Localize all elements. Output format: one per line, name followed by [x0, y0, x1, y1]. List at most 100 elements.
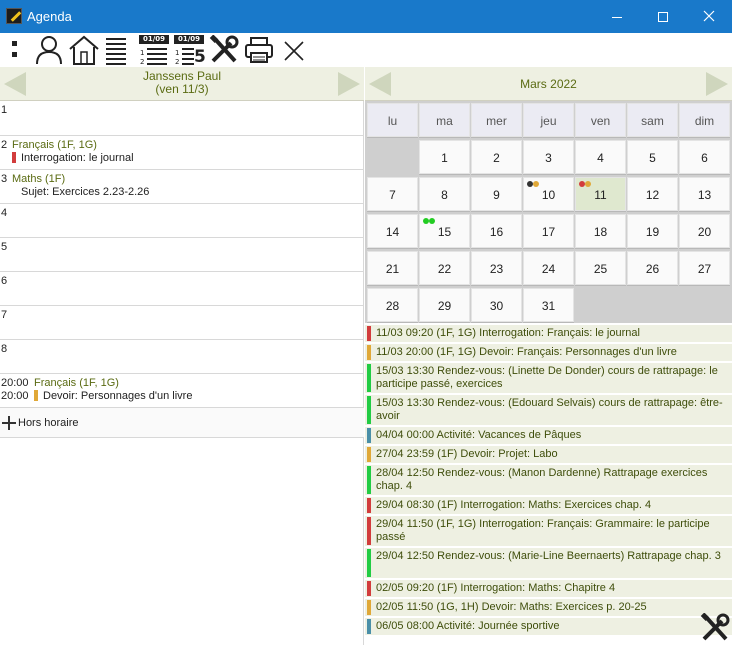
five-label: 5 — [194, 47, 206, 67]
event-list-item[interactable]: 29/04 08:30 (1F) Interrogation: Maths: E… — [365, 497, 732, 515]
day-navigation: Janssens Paul (ven 11/3) — [0, 67, 364, 101]
calendar-day[interactable]: 3 — [523, 140, 574, 174]
calendar-day[interactable]: 23 — [471, 251, 522, 285]
calendar-day[interactable]: 16 — [471, 214, 522, 248]
calendar-grid: lu ma mer jeu ven sam dim 1 2 3 4 5 6 7 8 9 10 11 12 13 14 15… — [365, 101, 732, 323]
print-button[interactable] — [244, 35, 274, 65]
hors-horaire-label: Hors horaire — [18, 417, 79, 429]
event-list-item[interactable]: 06/05 08:00 Activité: Journée sportive — [365, 618, 732, 636]
event-color-marker — [367, 549, 371, 577]
close-button[interactable] — [283, 35, 305, 65]
minimize-button[interactable] — [594, 0, 640, 33]
calendar-day[interactable]: 28 — [367, 288, 418, 322]
calendar-day[interactable]: 9 — [471, 177, 522, 211]
event-list-item[interactable]: 15/03 13:30 Rendez-vous: (Edouard Selvai… — [365, 395, 732, 426]
date-list-5-button[interactable]: 01/09 12 5 — [174, 35, 206, 67]
calendar-day[interactable]: 25 — [575, 251, 626, 285]
close-icon — [703, 10, 715, 22]
window-title: Agenda — [27, 9, 72, 24]
list-button[interactable] — [104, 35, 128, 65]
evening-slot[interactable]: 20:00 Français (1F, 1G) 20:00 Devoir: Pe… — [0, 374, 364, 408]
weekday-header: sam — [627, 103, 678, 137]
event-list-item[interactable]: 02/05 11:50 (1G, 1H) Devoir: Maths: Exer… — [365, 599, 732, 617]
calendar-day-today[interactable]: 11 — [575, 177, 626, 211]
calendar-day[interactable]: 26 — [627, 251, 678, 285]
event-list-item[interactable]: 29/04 12:50 Rendez-vous: (Marie-Line Bee… — [365, 548, 732, 579]
calendar-day[interactable]: 27 — [679, 251, 730, 285]
plus-icon — [2, 416, 16, 430]
period-slot[interactable]: 7 — [0, 306, 364, 340]
svg-text:1: 1 — [140, 49, 144, 57]
calendar-day[interactable]: 7 — [367, 177, 418, 211]
calendar-day[interactable]: 14 — [367, 214, 418, 248]
period-slot[interactable]: 6 — [0, 272, 364, 306]
event-color-marker — [367, 326, 371, 341]
event-color-marker — [367, 364, 371, 392]
maximize-icon — [658, 12, 668, 23]
next-month-icon[interactable] — [706, 72, 728, 96]
calendar-day[interactable]: 8 — [419, 177, 470, 211]
close-window-button[interactable] — [686, 0, 732, 33]
maximize-button[interactable] — [640, 0, 686, 33]
period-slot[interactable]: 8 — [0, 340, 364, 374]
next-day-icon[interactable] — [338, 72, 360, 96]
period-slot[interactable]: 4 — [0, 204, 364, 238]
day-header: Janssens Paul (ven 11/3) — [0, 70, 364, 96]
event-list-item[interactable]: 04/04 00:00 Activité: Vacances de Pâques — [365, 427, 732, 445]
event-list-item[interactable]: 11/03 20:00 (1F, 1G) Devoir: Français: P… — [365, 344, 732, 362]
calendar-day[interactable]: 24 — [523, 251, 574, 285]
menu-dots-icon — [12, 41, 17, 57]
month-navigation: Mars 2022 — [365, 67, 732, 101]
calendar-day[interactable]: 17 — [523, 214, 574, 248]
calendar-day[interactable]: 31 — [523, 288, 574, 322]
calendar-day[interactable]: 29 — [419, 288, 470, 322]
menu-button[interactable] — [8, 35, 22, 65]
period-slot[interactable]: 1 — [0, 101, 364, 136]
calendar-day[interactable]: 20 — [679, 214, 730, 248]
month-title: Mars 2022 — [520, 77, 577, 91]
period-number: 1 — [1, 104, 8, 116]
settings-button[interactable] — [700, 612, 730, 643]
period-number: 5 — [1, 241, 8, 253]
calendar-day[interactable]: 12 — [627, 177, 678, 211]
period-slot[interactable]: 5 — [0, 238, 364, 272]
event-color-marker — [367, 581, 371, 596]
calendar-day[interactable]: 2 — [471, 140, 522, 174]
calendar-day[interactable]: 15 — [419, 214, 470, 248]
event-color-marker — [367, 447, 371, 462]
event-list-item[interactable]: 15/03 13:30 Rendez-vous: (Linette De Don… — [365, 363, 732, 394]
period-slot[interactable]: 2 Français (1F, 1G) Interrogation: le jo… — [0, 136, 364, 170]
event-text: 06/05 08:00 Activité: Journée sportive — [376, 620, 560, 632]
event-list-item[interactable]: 11/03 09:20 (1F, 1G) Interrogation: Fran… — [365, 325, 732, 343]
event-list-item[interactable]: 29/04 11:50 (1F, 1G) Interrogation: Fran… — [365, 516, 732, 547]
calendar-day[interactable]: 4 — [575, 140, 626, 174]
calendar-day[interactable]: 10 — [523, 177, 574, 211]
tools-icon — [700, 612, 730, 641]
period-slot[interactable]: 3 Maths (1F) Sujet: Exercices 2.23-2.26 — [0, 170, 364, 204]
event-time: 20:00 — [1, 390, 29, 402]
event-list-item[interactable]: 28/04 12:50 Rendez-vous: (Manon Dardenne… — [365, 465, 732, 496]
calendar-day[interactable]: 19 — [627, 214, 678, 248]
calendar-day[interactable]: 6 — [679, 140, 730, 174]
hors-horaire-button[interactable]: Hors horaire — [0, 408, 364, 438]
calendar-day[interactable]: 21 — [367, 251, 418, 285]
interrogation-marker — [12, 152, 16, 163]
period-number: 2 — [1, 139, 8, 151]
event-list-item[interactable]: 27/04 23:59 (1F) Devoir: Projet: Labo — [365, 446, 732, 464]
period-detail: Sujet: Exercices 2.23-2.26 — [21, 186, 150, 198]
user-button[interactable] — [34, 35, 64, 65]
calendar-day[interactable]: 13 — [679, 177, 730, 211]
date-list-button[interactable]: 01/09 12 — [139, 35, 169, 65]
period-number: 6 — [1, 275, 8, 287]
calendar-day[interactable]: 30 — [471, 288, 522, 322]
event-text: 28/04 12:50 Rendez-vous: (Manon Dardenne… — [376, 467, 708, 492]
weekday-header: ma — [419, 103, 470, 137]
calendar-day[interactable]: 22 — [419, 251, 470, 285]
calendar-day[interactable]: 1 — [419, 140, 470, 174]
tools-button[interactable] — [209, 35, 239, 65]
home-button[interactable] — [68, 35, 100, 65]
calendar-day[interactable]: 5 — [627, 140, 678, 174]
event-list-item[interactable]: 02/05 09:20 (1F) Interrogation: Maths: C… — [365, 580, 732, 598]
calendar-day[interactable]: 18 — [575, 214, 626, 248]
period-number: 7 — [1, 309, 8, 321]
